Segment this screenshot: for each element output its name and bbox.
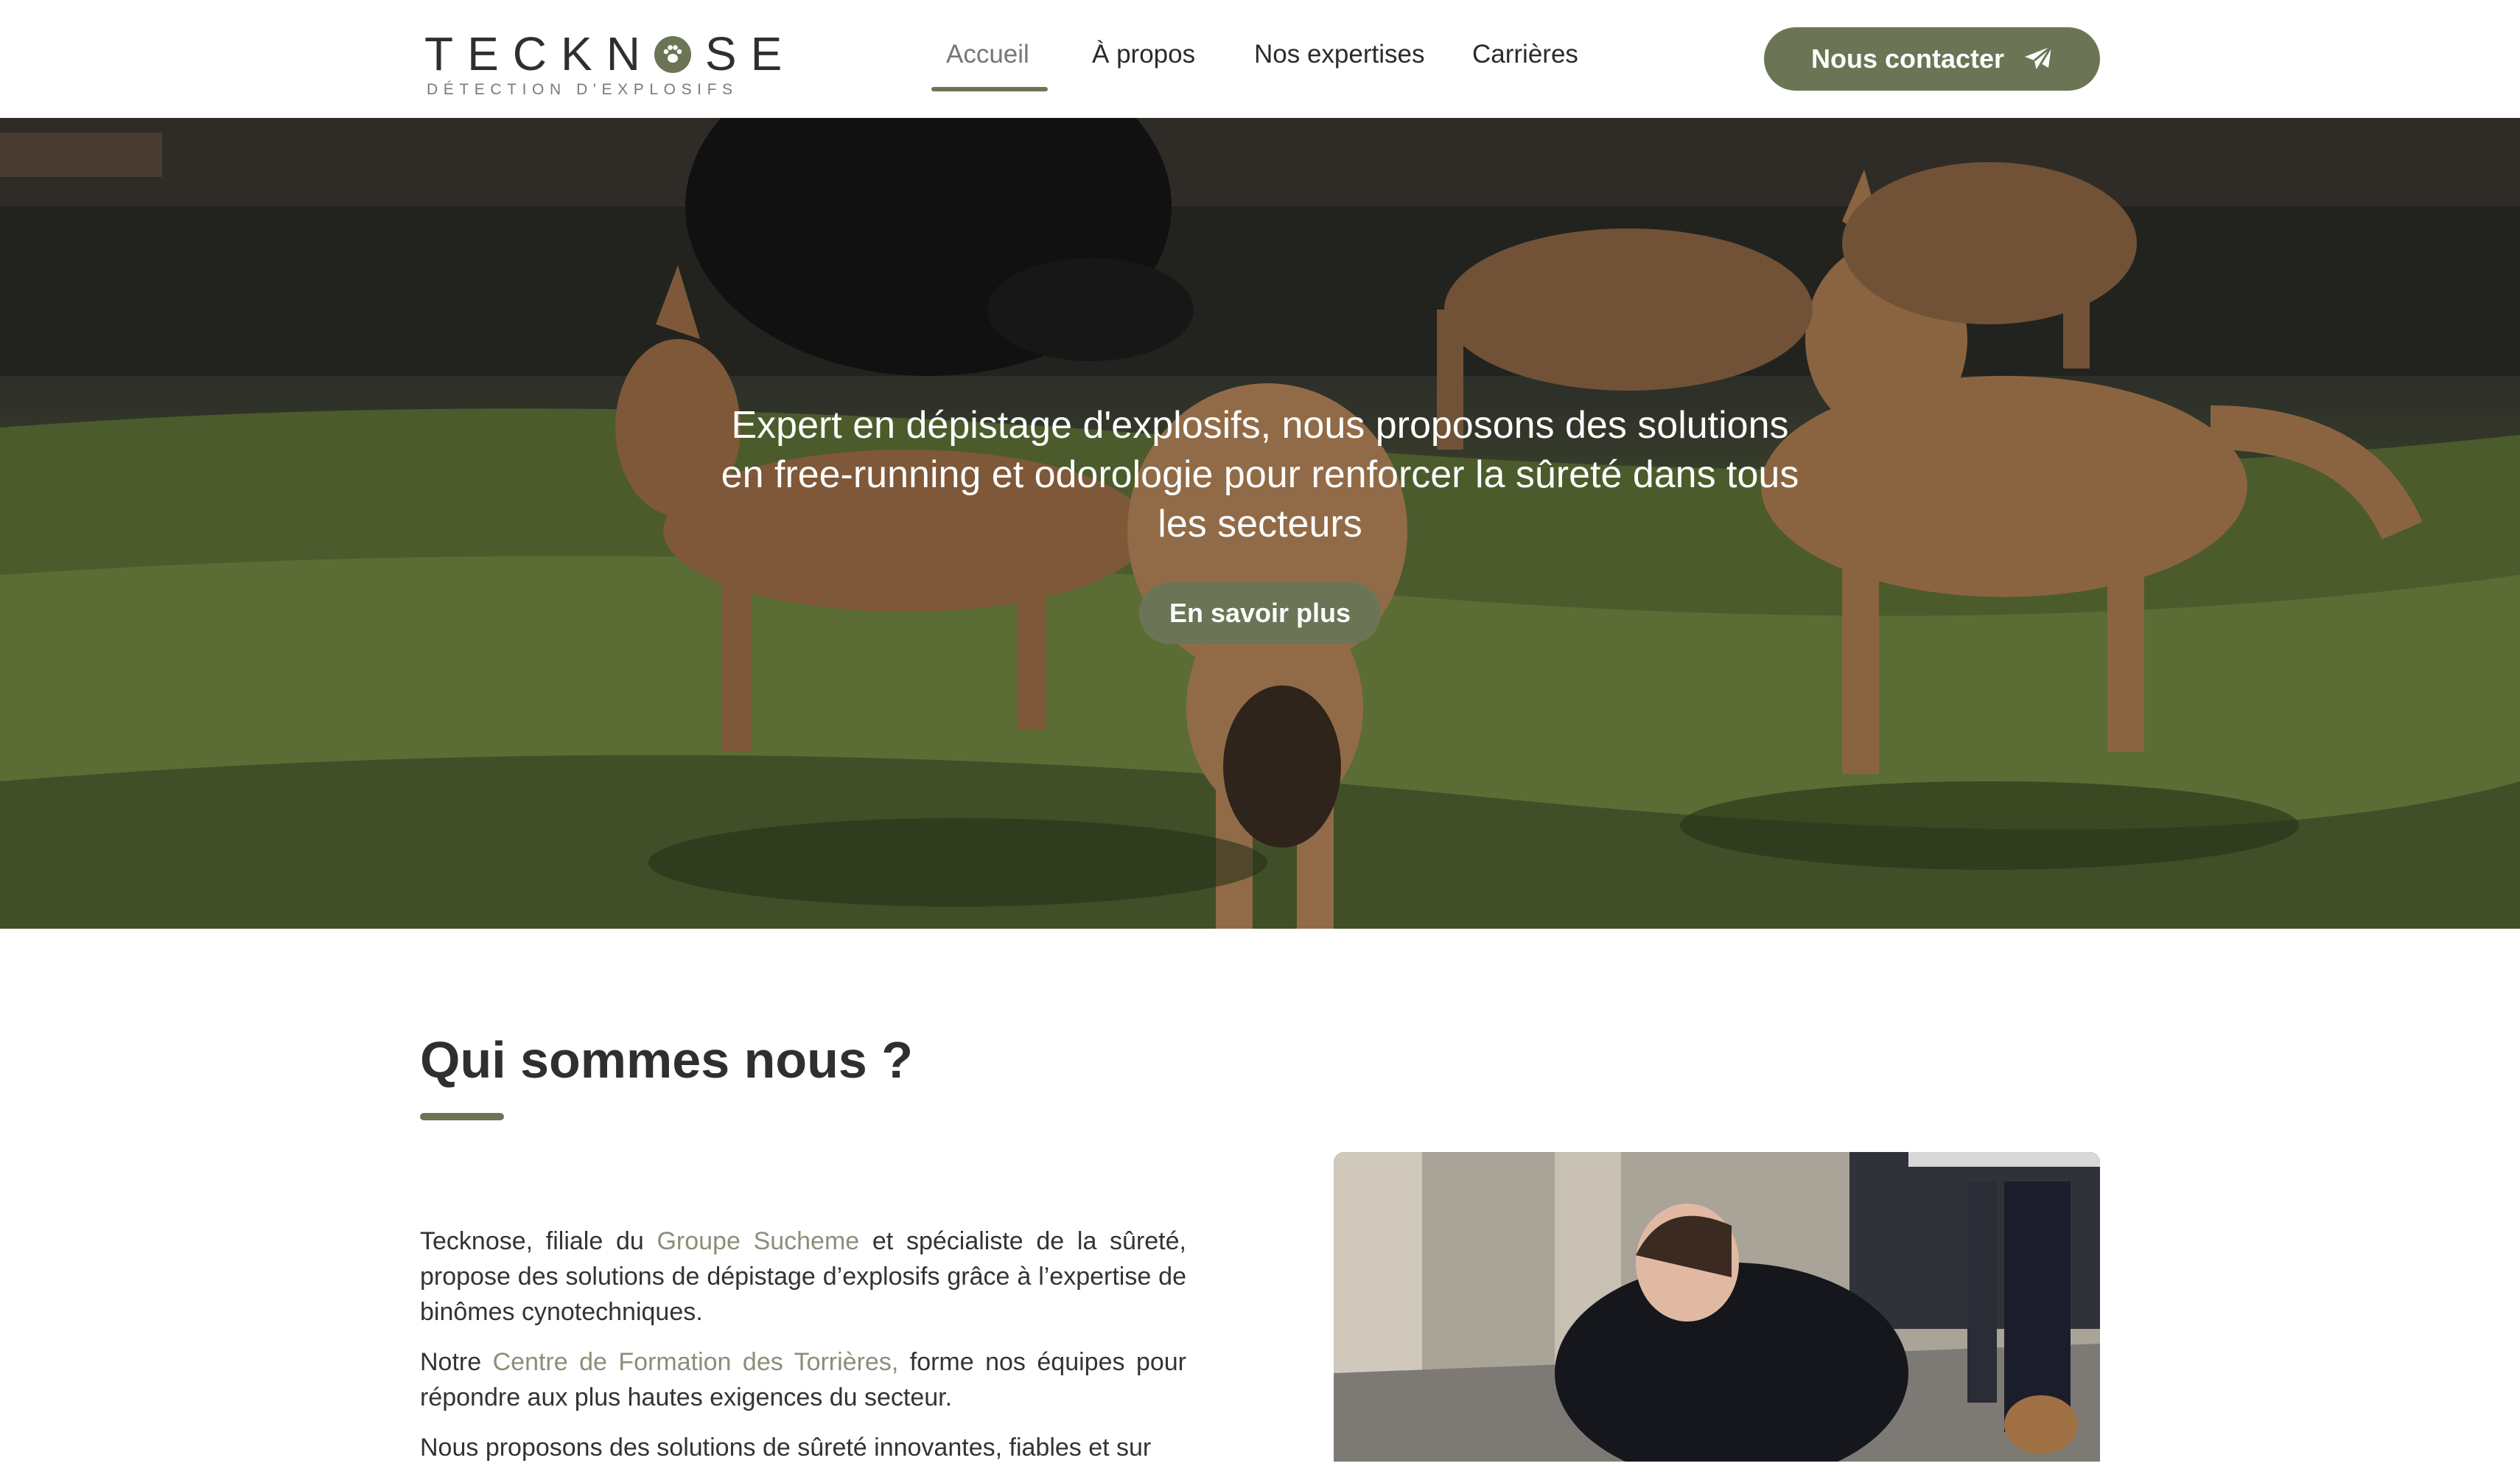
about-paragraph-2: Notre Centre de Formation des Torrières,…	[420, 1344, 1186, 1415]
paper-plane-icon	[2025, 45, 2053, 71]
nav-item-nos-expertises[interactable]: Nos expertises	[1254, 40, 1424, 69]
centre-formation-link[interactable]: Centre de Formation des Torrières,	[493, 1348, 899, 1376]
about-paragraph-1: Tecknose, filiale du Groupe Sucheme et s…	[420, 1224, 1186, 1330]
about-p1-text-a: Tecknose, filiale du	[420, 1227, 657, 1255]
about-p2-text-a: Notre	[420, 1348, 493, 1376]
nav-item-accueil[interactable]: Accueil	[946, 40, 1029, 69]
about-photo-handler	[1334, 1152, 2100, 1462]
learn-more-button[interactable]: En savoir plus	[1139, 582, 1381, 644]
logo-name-right: SE	[704, 27, 797, 80]
about-title: Qui sommes nous ?	[420, 1031, 913, 1089]
active-nav-indicator	[931, 87, 1048, 91]
site-header: TECKN SE DÉTECTION D'EXPLOSIFS Accueil À …	[0, 0, 2520, 118]
about-text: Tecknose, filiale du Groupe Sucheme et s…	[420, 1224, 1186, 1480]
nav-item-a-propos[interactable]: À propos	[1092, 40, 1195, 69]
about-title-underline	[420, 1113, 504, 1120]
contact-button-label: Nous contacter	[1810, 43, 2005, 74]
about-paragraph-3: Nous proposons des solutions de sûreté i…	[420, 1434, 1152, 1462]
logo-tagline: DÉTECTION D'EXPLOSIFS	[427, 81, 738, 98]
groupe-sucheme-link[interactable]: Groupe Sucheme	[657, 1227, 859, 1255]
nav-item-carrieres[interactable]: Carrières	[1472, 40, 1578, 69]
paw-icon	[654, 36, 691, 73]
logo-name-left: TECKN	[424, 27, 654, 80]
tecknose-logo[interactable]: TECKN SE DÉTECTION D'EXPLOSIFS	[424, 28, 782, 102]
hero-section: Expert en dépistage d'explosifs, nous pr…	[0, 118, 2520, 929]
logo-wordmark: TECKN SE	[424, 28, 796, 80]
contact-button[interactable]: Nous contacter	[1764, 27, 2100, 91]
hero-tagline: Expert en dépistage d'explosifs, nous pr…	[721, 404, 1799, 545]
